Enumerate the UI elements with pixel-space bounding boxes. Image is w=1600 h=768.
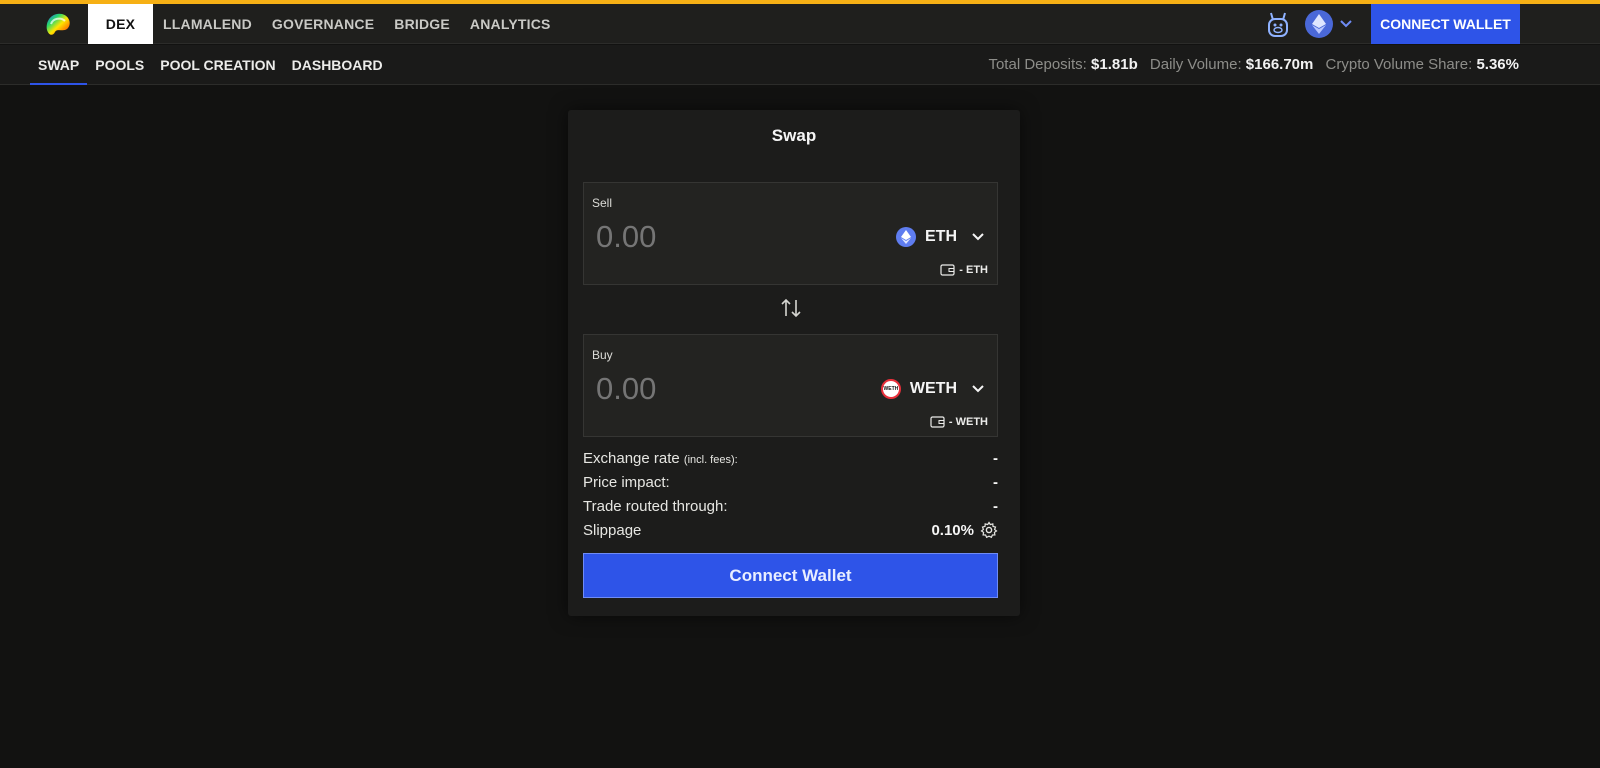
swap-direction-icon[interactable] xyxy=(779,296,803,320)
volume-share-label: Crypto Volume Share: xyxy=(1325,56,1473,73)
buy-balance: - WETH xyxy=(930,416,988,428)
price-impact-value: - xyxy=(993,473,998,491)
protocol-stats: Total Deposits: $1.81b Daily Volume: $16… xyxy=(988,45,1519,85)
daily-volume-value: $166.70m xyxy=(1245,56,1314,73)
main-nav: DEX LLAMALEND GOVERNANCE BRIDGE ANALYTIC… xyxy=(88,4,561,44)
top-navbar: DEX LLAMALEND GOVERNANCE BRIDGE ANALYTIC… xyxy=(0,4,1600,44)
nav-dex[interactable]: DEX xyxy=(88,4,153,44)
volume-share-value: 5.36% xyxy=(1476,56,1519,73)
nav-llamalend[interactable]: LLAMALEND xyxy=(153,4,262,44)
sell-label: Sell xyxy=(592,196,613,210)
eth-token-icon xyxy=(896,227,916,247)
connect-wallet-header-button[interactable]: CONNECT WALLET xyxy=(1371,4,1520,44)
total-deposits-label: Total Deposits: xyxy=(988,56,1087,73)
sell-token-name: ETH xyxy=(925,228,957,245)
exchange-rate-row: Exchange rate (incl. fees): - xyxy=(583,446,998,470)
buy-balance-text: - WETH xyxy=(948,416,988,428)
slippage-label: Slippage xyxy=(583,521,642,539)
price-impact-row: Price impact: - xyxy=(583,470,998,494)
llama-icon[interactable] xyxy=(1265,10,1291,38)
trade-route-row: Trade routed through: - xyxy=(583,494,998,518)
weth-token-icon: WETH xyxy=(880,379,901,399)
header-actions: CONNECT WALLET xyxy=(1265,4,1520,44)
sell-amount-input[interactable] xyxy=(596,219,796,255)
chevron-down-icon xyxy=(972,385,984,393)
swap-title: Swap xyxy=(771,126,817,145)
price-impact-label: Price impact: xyxy=(583,473,670,491)
slippage-row: Slippage 0.10% xyxy=(583,518,998,542)
tab-pools[interactable]: POOLS xyxy=(87,45,152,85)
sub-nav: SWAP POOLS POOL CREATION DASHBOARD xyxy=(30,45,391,85)
connect-wallet-button[interactable]: Connect Wallet xyxy=(583,553,998,598)
exchange-rate-value: - xyxy=(993,449,998,467)
trade-route-value: - xyxy=(993,497,998,515)
buy-amount-input[interactable] xyxy=(596,371,796,407)
nav-analytics[interactable]: ANALYTICS xyxy=(460,4,561,44)
sub-navbar: SWAP POOLS POOL CREATION DASHBOARD Total… xyxy=(0,45,1600,85)
wallet-icon xyxy=(940,264,955,276)
ethereum-icon xyxy=(1305,10,1333,38)
nav-governance[interactable]: GOVERNANCE xyxy=(262,4,384,44)
curve-logo-icon[interactable] xyxy=(43,10,73,38)
sell-box: Sell ETH - ETH xyxy=(583,182,998,285)
daily-volume-label: Daily Volume: xyxy=(1149,56,1242,73)
buy-box: Buy WETH WETH - WETH xyxy=(583,334,998,437)
chevron-down-icon xyxy=(1340,20,1352,28)
chevron-down-icon xyxy=(972,233,984,241)
exchange-rate-note: (incl. fees): xyxy=(683,453,738,466)
slippage-value: 0.10% xyxy=(931,521,974,539)
exchange-rate-label: Exchange rate xyxy=(583,449,680,467)
buy-token-selector[interactable]: WETH WETH xyxy=(880,377,985,401)
buy-token-name: WETH xyxy=(909,380,957,397)
sell-balance: - ETH xyxy=(940,264,988,276)
buy-label: Buy xyxy=(592,348,613,362)
network-selector[interactable] xyxy=(1305,10,1353,38)
trade-route-label: Trade routed through: xyxy=(583,497,728,515)
tab-dashboard[interactable]: DASHBOARD xyxy=(284,45,391,85)
nav-bridge[interactable]: BRIDGE xyxy=(384,4,460,44)
swap-card: Swap Sell ETH - ETH xyxy=(568,110,1020,616)
wallet-icon xyxy=(930,416,945,428)
tab-swap[interactable]: SWAP xyxy=(30,45,88,85)
tab-pool-creation[interactable]: POOL CREATION xyxy=(152,45,283,85)
sell-token-selector[interactable]: ETH xyxy=(896,225,985,249)
sell-balance-text: - ETH xyxy=(959,264,988,276)
total-deposits-value: $1.81b xyxy=(1091,56,1138,73)
gear-icon[interactable] xyxy=(980,521,998,539)
